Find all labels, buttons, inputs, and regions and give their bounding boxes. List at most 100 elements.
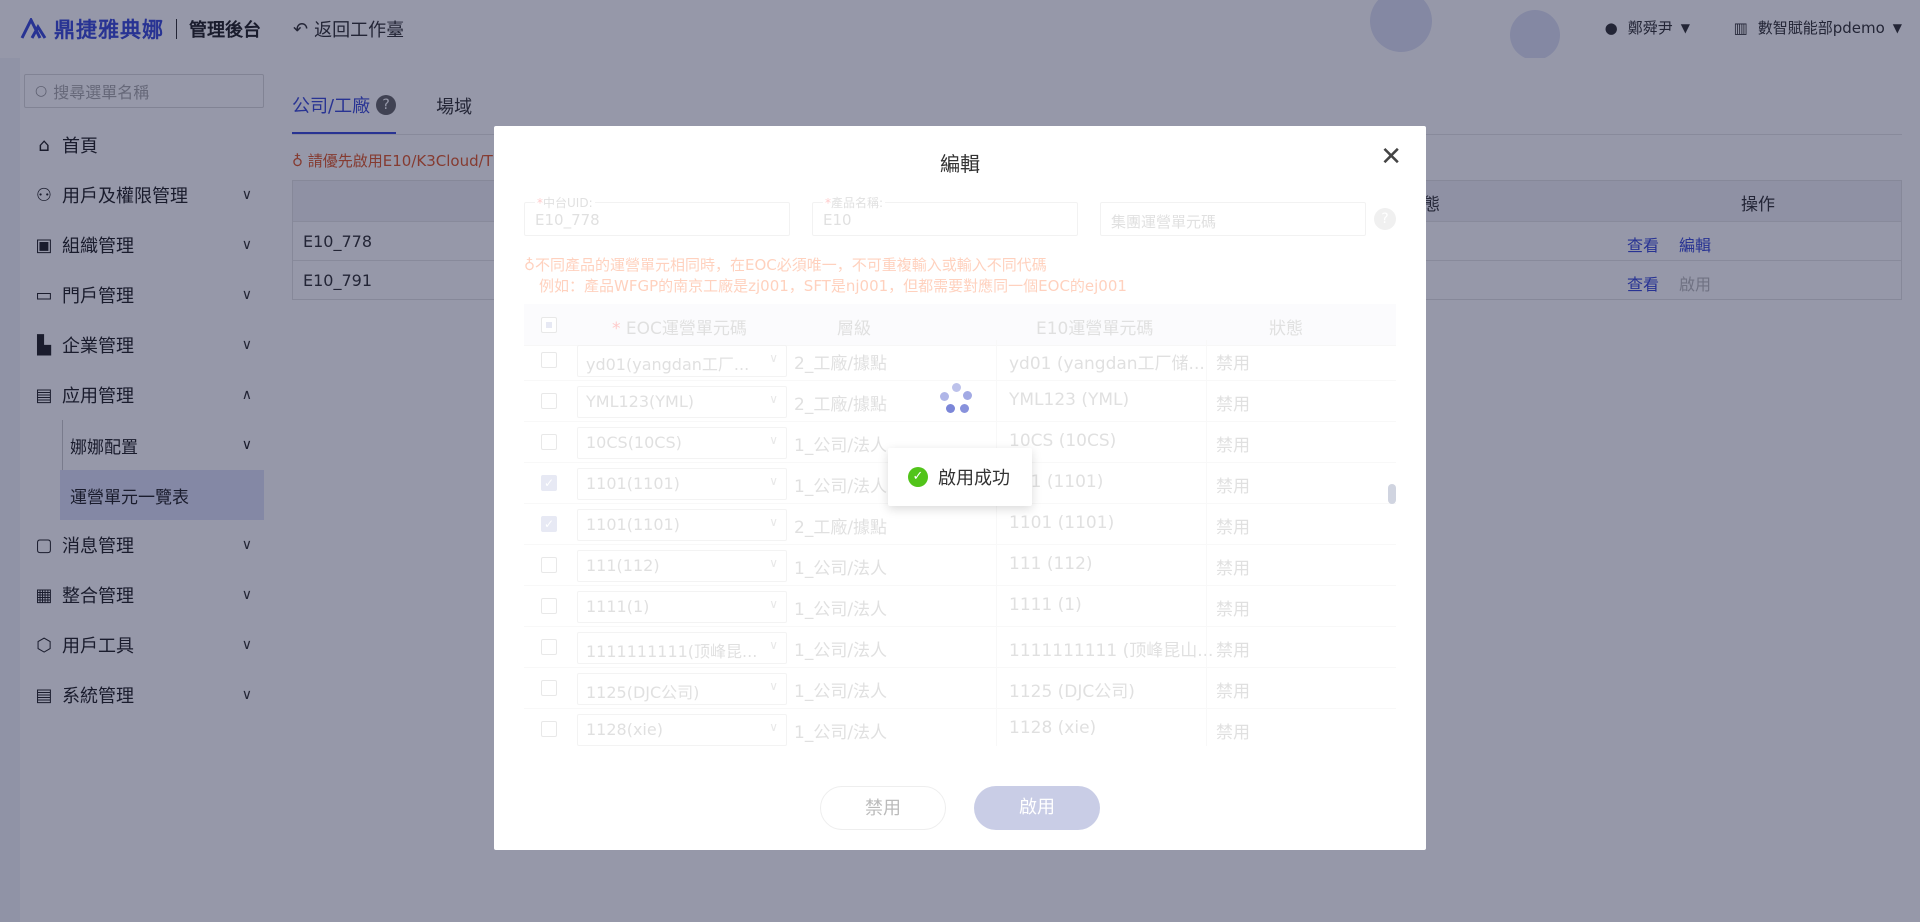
column-divider bbox=[1206, 504, 1207, 544]
table-row: yd01(yangdan工厂... ∨ 2_工廠/據點 yd01 (yangdan工厂… bbox=[524, 340, 1396, 381]
status-cell: 禁用 bbox=[1216, 559, 1250, 579]
e10-code-cell: 1111111111 (顶峰昆山... bbox=[1009, 641, 1214, 661]
level-cell: 1_公司/法人 bbox=[794, 723, 888, 743]
status-cell: 禁用 bbox=[1216, 436, 1250, 456]
status-cell: 禁用 bbox=[1216, 354, 1250, 374]
product-value: E10 bbox=[823, 211, 852, 229]
column-divider bbox=[1206, 340, 1207, 380]
row-checkbox[interactable]: ✓ bbox=[541, 516, 557, 532]
column-divider bbox=[1206, 545, 1207, 585]
column-divider bbox=[1206, 668, 1207, 708]
chevron-down-icon: ∨ bbox=[769, 515, 778, 529]
e10-code-cell: yd01 (yangdan工厂储... bbox=[1009, 354, 1205, 374]
close-icon[interactable]: ✕ bbox=[1380, 142, 1402, 172]
column-divider bbox=[1206, 422, 1207, 462]
level-cell: 2_工廠/據點 bbox=[794, 354, 888, 374]
lightbulb-icon: ♁ bbox=[524, 256, 535, 274]
row-checkbox[interactable] bbox=[541, 393, 557, 409]
eoc-code-value: 1101(1101) bbox=[586, 515, 680, 534]
column-divider bbox=[1206, 586, 1207, 626]
level-cell: 1_公司/法人 bbox=[794, 641, 888, 661]
table-scrollbar[interactable] bbox=[1388, 484, 1396, 504]
column-divider bbox=[996, 668, 997, 708]
product-label: *產品名稱: bbox=[823, 194, 886, 211]
level-cell: 1_公司/法人 bbox=[794, 436, 888, 456]
level-cell: 2_工廠/據點 bbox=[794, 395, 888, 415]
column-header-eoc: * EOC運營單元碼 bbox=[612, 319, 747, 339]
e10-code-cell: 1111 (1) bbox=[1009, 595, 1082, 615]
unique-warning: ♁不同產品的運營單元相同時，在EOC必須唯一，不可重複輸入或輸入不同代碼 bbox=[524, 256, 1047, 274]
group-unit-placeholder: 集團運營單元碼 bbox=[1111, 213, 1217, 231]
eoc-code-value: 111(112) bbox=[586, 556, 660, 575]
column-divider bbox=[1206, 627, 1207, 667]
eoc-code-select[interactable]: 1128(xie) ∨ bbox=[577, 714, 787, 746]
column-divider bbox=[996, 586, 997, 626]
table-row: 1111(1) ∨ 1_公司/法人 1111 (1) 禁用 bbox=[524, 586, 1396, 627]
success-toast: ✓ 啟用成功 bbox=[888, 448, 1032, 506]
eoc-code-value: 1125(DJC公司) bbox=[586, 683, 700, 702]
column-divider bbox=[996, 709, 997, 746]
eoc-code-select[interactable]: yd01(yangdan工厂... ∨ bbox=[577, 345, 787, 377]
row-checkbox[interactable] bbox=[541, 639, 557, 655]
eoc-code-value: 1111(1) bbox=[586, 597, 650, 616]
column-header-status: 狀態 bbox=[1269, 319, 1303, 339]
eoc-code-value: 1111111111(顶峰昆... bbox=[586, 642, 758, 661]
table-row: 1111111111(顶峰昆... ∨ 1_公司/法人 1111111111 (顶峰昆… bbox=[524, 627, 1396, 668]
row-checkbox[interactable] bbox=[541, 434, 557, 450]
eoc-code-select[interactable]: 1111(1) ∨ bbox=[577, 591, 787, 623]
toast-message: 啟用成功 bbox=[938, 468, 1010, 489]
status-cell: 禁用 bbox=[1216, 723, 1250, 743]
disable-button[interactable]: 禁用 bbox=[820, 786, 946, 830]
row-checkbox[interactable] bbox=[541, 721, 557, 737]
row-checkbox[interactable] bbox=[541, 352, 557, 368]
eoc-code-value: yd01(yangdan工厂... bbox=[586, 355, 750, 374]
e10-code-cell: 111 (112) bbox=[1009, 554, 1093, 574]
level-cell: 1_公司/法人 bbox=[794, 682, 888, 702]
e10-code-cell: 1101 (1101) bbox=[1009, 513, 1115, 533]
column-divider bbox=[1206, 463, 1207, 503]
group-unit-code-input[interactable]: 集團運營單元碼 bbox=[1100, 202, 1366, 236]
column-divider bbox=[996, 381, 997, 421]
table-row: ✓ 1101(1101) ∨ 2_工廠/據點 1101 (1101) 禁用 bbox=[524, 504, 1396, 545]
row-checkbox[interactable] bbox=[541, 598, 557, 614]
modal-title: 編輯 bbox=[940, 152, 980, 176]
row-checkbox[interactable] bbox=[541, 680, 557, 696]
e10-code-cell: 1128 (xie) bbox=[1009, 718, 1097, 738]
chevron-down-icon: ∨ bbox=[769, 474, 778, 488]
level-cell: 1_公司/法人 bbox=[794, 477, 888, 497]
eoc-code-select[interactable]: 10CS(10CS) ∨ bbox=[577, 427, 787, 459]
eoc-code-select[interactable]: 1101(1101) ∨ bbox=[577, 468, 787, 500]
eoc-code-select[interactable]: 111(112) ∨ bbox=[577, 550, 787, 582]
help-icon[interactable]: ? bbox=[1374, 208, 1396, 230]
uid-field[interactable]: *中台UID: E10_778 bbox=[524, 194, 790, 236]
chevron-down-icon: ∨ bbox=[769, 597, 778, 611]
product-name-field[interactable]: *產品名稱: E10 bbox=[812, 194, 1078, 236]
eoc-code-select[interactable]: 1101(1101) ∨ bbox=[577, 509, 787, 541]
status-cell: 禁用 bbox=[1216, 600, 1250, 620]
status-cell: 禁用 bbox=[1216, 477, 1250, 497]
column-divider bbox=[1206, 381, 1207, 421]
column-divider bbox=[996, 545, 997, 585]
row-checkbox[interactable] bbox=[541, 557, 557, 573]
level-cell: 1_公司/法人 bbox=[794, 600, 888, 620]
status-cell: 禁用 bbox=[1216, 395, 1250, 415]
select-all-checkbox[interactable] bbox=[541, 317, 557, 333]
column-divider bbox=[996, 504, 997, 544]
eoc-code-value: YML123(YML) bbox=[586, 392, 695, 411]
column-header-level: 層級 bbox=[837, 319, 871, 339]
eoc-code-select[interactable]: YML123(YML) ∨ bbox=[577, 386, 787, 418]
chevron-down-icon: ∨ bbox=[769, 679, 778, 693]
table-row: 1128(xie) ∨ 1_公司/法人 1128 (xie) 禁用 bbox=[524, 709, 1396, 746]
row-checkbox[interactable]: ✓ bbox=[541, 475, 557, 491]
table-row: 1125(DJC公司) ∨ 1_公司/法人 1125 (DJC公司) 禁用 bbox=[524, 668, 1396, 709]
column-divider bbox=[996, 340, 997, 380]
table-row: 111(112) ∨ 1_公司/法人 111 (112) 禁用 bbox=[524, 545, 1396, 586]
eoc-code-select[interactable]: 1125(DJC公司) ∨ bbox=[577, 673, 787, 705]
chevron-down-icon: ∨ bbox=[769, 720, 778, 734]
column-divider bbox=[996, 627, 997, 667]
eoc-code-select[interactable]: 1111111111(顶峰昆... ∨ bbox=[577, 632, 787, 664]
enable-button[interactable]: 啟用 bbox=[974, 786, 1100, 830]
chevron-down-icon: ∨ bbox=[769, 433, 778, 447]
status-cell: 禁用 bbox=[1216, 518, 1250, 538]
column-divider bbox=[1206, 709, 1207, 746]
